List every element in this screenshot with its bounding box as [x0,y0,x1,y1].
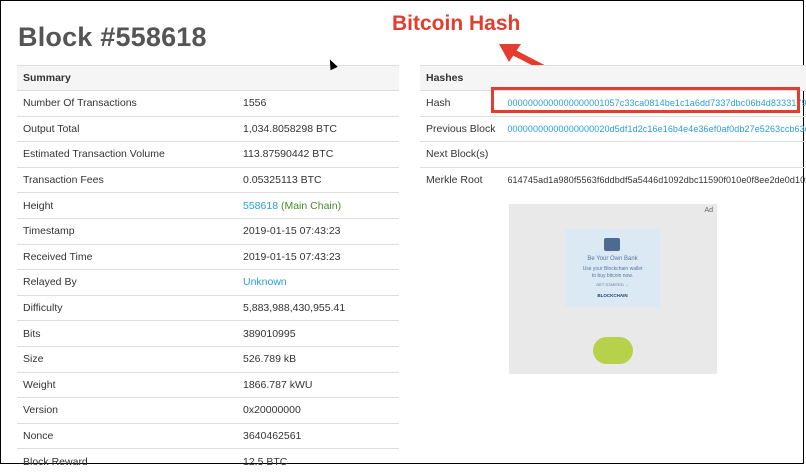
row-label: Size [17,345,237,373]
row-label: Nonce [17,422,237,449]
row-label: Previous Block [420,115,502,142]
row-value: 0.05325113 BTC [237,166,399,193]
table-row: Previous Block 00000000000000000020d5df1d… [420,115,806,142]
table-row: Weight 1866.787 kWU [17,371,399,398]
row-value: 1556 [237,90,399,117]
page-title: Block #558618 [18,22,207,52]
table-row: Transaction Fees 0.05325113 BTC [17,166,399,193]
row-label: Block Reward [17,448,237,474]
row-label: Next Block(s) [420,141,502,168]
row-value: 1866.787 kWU [237,371,399,398]
table-row: Nonce 3640462561 [17,422,399,449]
row-value: 2019-01-15 07:43:23 [237,243,399,270]
row-label: Weight [17,371,237,398]
row-value: 2019-01-15 07:43:23 [237,217,399,245]
row-label: Estimated Transaction Volume [17,141,237,168]
table-row: Timestamp 2019-01-15 07:43:23 [17,217,399,245]
hashes-table: Hashes Hash 0000000000000000001057c33ca08… [420,65,806,193]
summary-header: Summary [17,65,399,91]
ad-cta[interactable]: GET STARTED → [565,282,660,287]
previous-block-link[interactable]: 00000000000000000020d5df1d2c16e16b4e4e36… [507,124,806,134]
row-value: 113.87590442 BTC [237,141,399,168]
row-label: Hash [420,90,502,117]
row-value: 12.5 BTC [237,448,399,474]
row-value: 614745ad1a980f5563f6ddbdf5a5446d1092dbc1… [501,166,806,193]
ad-brand: BLOCKCHAIN [597,293,628,298]
table-row: Height 558618 (Main Chain) [17,192,399,219]
table-row: Bits 389010995 [17,320,399,347]
row-value: 1,034.8058298 BTC [237,115,399,142]
table-row: Difficulty 5,883,988,430,955.41 [17,294,399,321]
advertisement[interactable]: Ad Be Your Own Bank Use your Blockchain … [509,204,717,374]
row-value: 3640462561 [237,422,399,449]
ad-button[interactable] [593,337,633,364]
table-row: Estimated Transaction Volume 113.87590442… [17,141,399,168]
ad-line-2: to buy bitcoin now. [591,273,634,279]
row-value: 0x20000000 [237,397,399,424]
ad-title: Be Your Own Bank [587,256,638,262]
row-label: Received Time [17,243,237,270]
row-label: Number Of Transactions [17,90,237,117]
row-label: Timestamp [17,217,237,245]
row-value: 389010995 [237,320,399,347]
relayed-by-link[interactable]: Unknown [243,276,287,288]
main-chain-label: (Main Chain) [280,199,342,212]
table-row: Received Time 2019-01-15 07:43:23 [17,243,399,270]
row-label: Relayed By [17,269,237,296]
row-value: Unknown [237,269,399,296]
height-link[interactable]: 558618 [243,200,278,212]
table-row: Next Block(s) [420,141,806,168]
row-label: Bits [17,320,237,347]
ad-line-1: Use your Blockchain wallet [582,266,643,272]
row-value: 00000000000000000020d5df1d2c16e16b4e4e36… [501,115,806,142]
annotation-label: Bitcoin Hash [392,12,521,35]
table-row: Number Of Transactions 1556 [17,90,399,117]
table-row: Block Reward 12.5 BTC [17,448,399,474]
hash-highlight-box [491,87,800,113]
row-label: Height [17,192,237,219]
row-value: 5,883,988,430,955.41 [237,294,399,321]
row-value: 558618 (Main Chain) [237,192,399,219]
row-label: Difficulty [17,294,237,321]
table-row: Output Total 1,034.8058298 BTC [17,115,399,142]
row-label: Output Total [17,115,237,142]
table-row: Size 526.789 kB [17,345,399,373]
ad-label: Ad [704,207,713,214]
row-label: Version [17,397,237,424]
row-value: 526.789 kB [237,345,399,373]
row-label: Merkle Root [420,166,502,193]
table-row: Version 0x20000000 [17,397,399,424]
table-row: Merkle Root 614745ad1a980f5563f6ddbdf5a54… [420,166,806,193]
row-value [501,141,806,168]
ad-card[interactable]: Be Your Own Bank Use your Blockchain wal… [565,229,660,307]
row-label: Transaction Fees [17,166,237,193]
summary-table: Summary Number Of Transactions 1556 Outpu… [17,65,399,474]
table-row: Relayed By Unknown [17,269,399,296]
wallet-icon [604,238,620,251]
